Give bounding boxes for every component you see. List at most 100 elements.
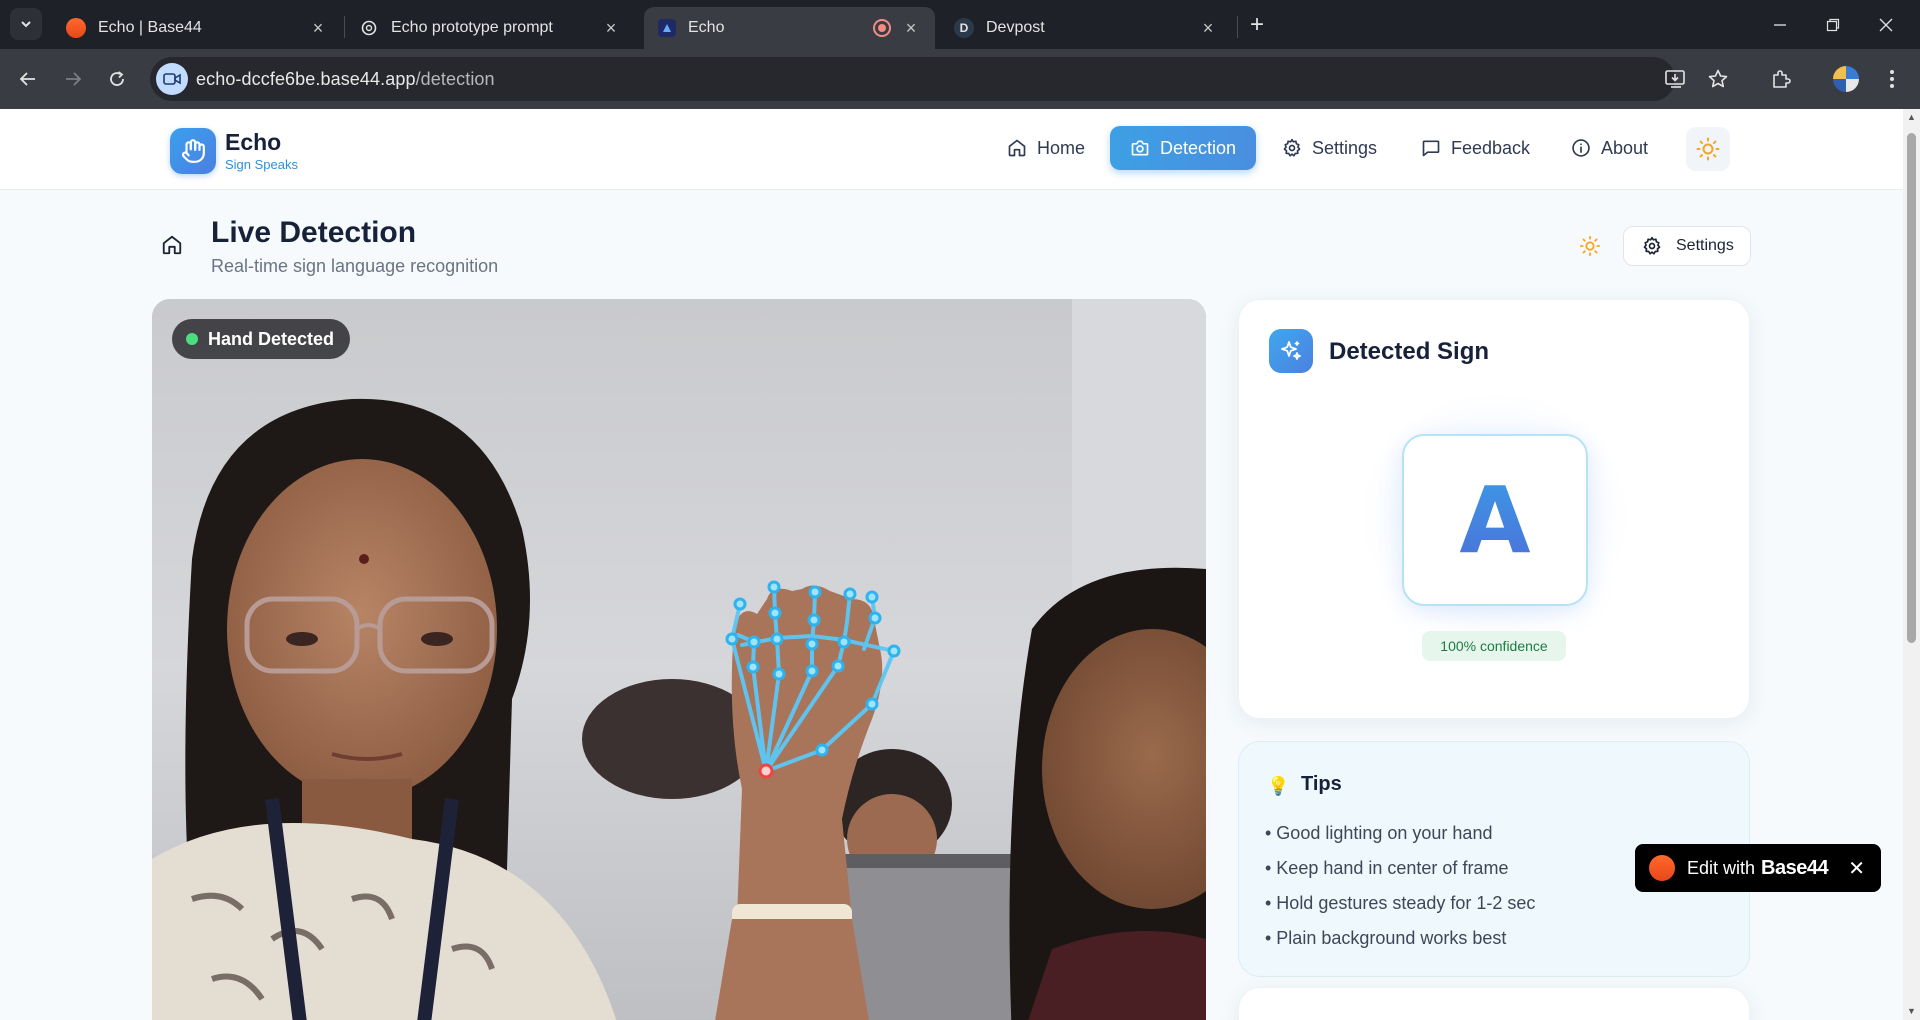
message-icon (1422, 140, 1440, 157)
app-header: Echo Sign Speaks Home Detection Settings… (0, 109, 1903, 190)
page-title: Live Detection (211, 216, 417, 249)
confidence-badge: 100% confidence (1422, 631, 1566, 661)
camera-permission-icon[interactable] (156, 63, 188, 95)
more-vertical-icon (1890, 70, 1894, 88)
nav-label: About (1601, 137, 1649, 158)
recording-indicator-icon (873, 19, 891, 37)
lightbulb-icon: 💡 (1267, 776, 1290, 796)
back-button[interactable] (12, 63, 44, 95)
camera-icon (1131, 140, 1149, 156)
url-path: /detection (415, 69, 495, 89)
sparkles-icon-box (1269, 329, 1313, 373)
tips-title: Tips (1301, 773, 1342, 795)
close-tab-icon[interactable]: × (901, 18, 921, 38)
edit-brand: Base44 (1761, 856, 1829, 879)
edit-with-base44-button[interactable]: Edit with Base44 ✕ (1635, 844, 1881, 892)
new-tab-button[interactable]: + (1243, 11, 1271, 39)
nav-label: Home (1037, 137, 1086, 158)
browser-tab-devpost[interactable]: D Devpost × (940, 7, 1232, 49)
forward-button[interactable] (57, 63, 89, 95)
app-name: Echo (225, 129, 282, 155)
sun-icon (1579, 235, 1601, 257)
scrollbar-thumb[interactable] (1907, 133, 1916, 643)
openai-favicon-icon (359, 18, 379, 38)
browser-tab-echo-base44[interactable]: Echo | Base44 × (52, 7, 342, 49)
star-icon (1708, 69, 1728, 88)
info-icon (1572, 139, 1590, 157)
avatar (1833, 66, 1859, 92)
arrow-left-icon (19, 72, 35, 86)
browser-menu-button[interactable] (1876, 63, 1908, 95)
list-item: • Keep hand in center of frame (1265, 858, 1509, 878)
close-tab-icon[interactable]: × (1198, 18, 1218, 38)
status-dot (186, 333, 198, 345)
logo[interactable] (170, 128, 216, 174)
nav-about[interactable]: About (1551, 126, 1668, 170)
close-icon (1879, 18, 1893, 32)
tab-search-button[interactable] (10, 8, 42, 40)
tab-title: Echo | Base44 (98, 19, 202, 36)
list-item: • Good lighting on your hand (1265, 823, 1493, 843)
tab-title: Echo (688, 19, 725, 36)
tab-title: Devpost (986, 19, 1045, 36)
reload-button[interactable] (101, 63, 133, 95)
profile-avatar[interactable] (1830, 63, 1862, 95)
install-app-button[interactable] (1660, 63, 1692, 95)
restore-icon (1826, 18, 1840, 32)
url-host: echo-dccfe6be.base44.app (196, 69, 416, 89)
close-icon[interactable]: ✕ (1848, 856, 1865, 881)
address-bar[interactable]: echo-dccfe6be.base44.app/detection (150, 57, 1675, 101)
hand-landmarks-overlay (725, 580, 901, 779)
extensions-button[interactable] (1765, 63, 1797, 95)
chevron-down-icon (21, 21, 31, 28)
arrow-right-icon (66, 72, 82, 86)
hand-icon (181, 139, 205, 163)
puzzle-icon (1773, 70, 1791, 88)
sparkles-icon (1281, 341, 1301, 360)
gear-icon (1643, 236, 1661, 255)
base44-favicon-icon (66, 18, 86, 38)
home-link[interactable] (161, 234, 183, 261)
detected-letter: A (1459, 466, 1531, 574)
scroll-up-arrow[interactable]: ▲ (1907, 113, 1916, 122)
nav-label: Settings (1312, 137, 1378, 158)
minimize-window-button[interactable] (1765, 10, 1795, 40)
next-card (1238, 987, 1750, 1020)
nav-label: Detection (1160, 137, 1237, 158)
page-subtitle: Real-time sign language recognition (211, 256, 499, 276)
close-window-button[interactable] (1871, 10, 1901, 40)
status-text: Hand Detected (208, 328, 335, 349)
close-tab-icon[interactable]: × (308, 18, 328, 38)
list-item: • Plain background works best (1265, 928, 1507, 948)
nav-home[interactable]: Home (987, 126, 1105, 170)
nav-detection[interactable]: Detection (1110, 126, 1257, 170)
tab-separator (1237, 16, 1238, 38)
theme-toggle-small[interactable] (1579, 235, 1601, 262)
bookmark-button[interactable] (1702, 63, 1734, 95)
devpost-favicon-icon: D (954, 18, 974, 38)
home-icon (162, 235, 182, 255)
browser-tab-bar: Echo | Base44 × Echo prototype prompt × … (0, 0, 1920, 49)
detection-settings-button[interactable]: Settings (1623, 226, 1751, 266)
scroll-down-arrow[interactable]: ▼ (1907, 1007, 1916, 1016)
button-label: Settings (1676, 237, 1734, 254)
reload-icon (110, 71, 124, 86)
browser-tab-echo-active[interactable]: Echo × (644, 7, 935, 49)
edit-prefix: Edit with (1687, 857, 1756, 878)
detected-sign-card: Detected Sign A 100% confidence (1238, 299, 1750, 719)
hand-detected-badge: Hand Detected (172, 319, 351, 359)
app-tagline: Sign Speaks (225, 157, 298, 172)
tips-list: • Good lighting on your hand • Keep hand… (1265, 823, 1535, 963)
install-icon (1665, 70, 1685, 88)
nav-settings[interactable]: Settings (1262, 126, 1397, 170)
base44-logo-icon (1649, 855, 1675, 881)
theme-toggle-button[interactable] (1686, 127, 1730, 171)
url-text: echo-dccfe6be.base44.app/detection (196, 69, 495, 90)
nav-feedback[interactable]: Feedback (1401, 126, 1550, 170)
card-title: Detected Sign (1329, 338, 1490, 365)
page-scrollbar[interactable]: ▲ ▼ (1903, 109, 1920, 1020)
minimize-icon (1774, 24, 1786, 26)
restore-window-button[interactable] (1818, 10, 1848, 40)
close-tab-icon[interactable]: × (601, 18, 621, 38)
browser-tab-prompt[interactable]: Echo prototype prompt × (345, 7, 635, 49)
